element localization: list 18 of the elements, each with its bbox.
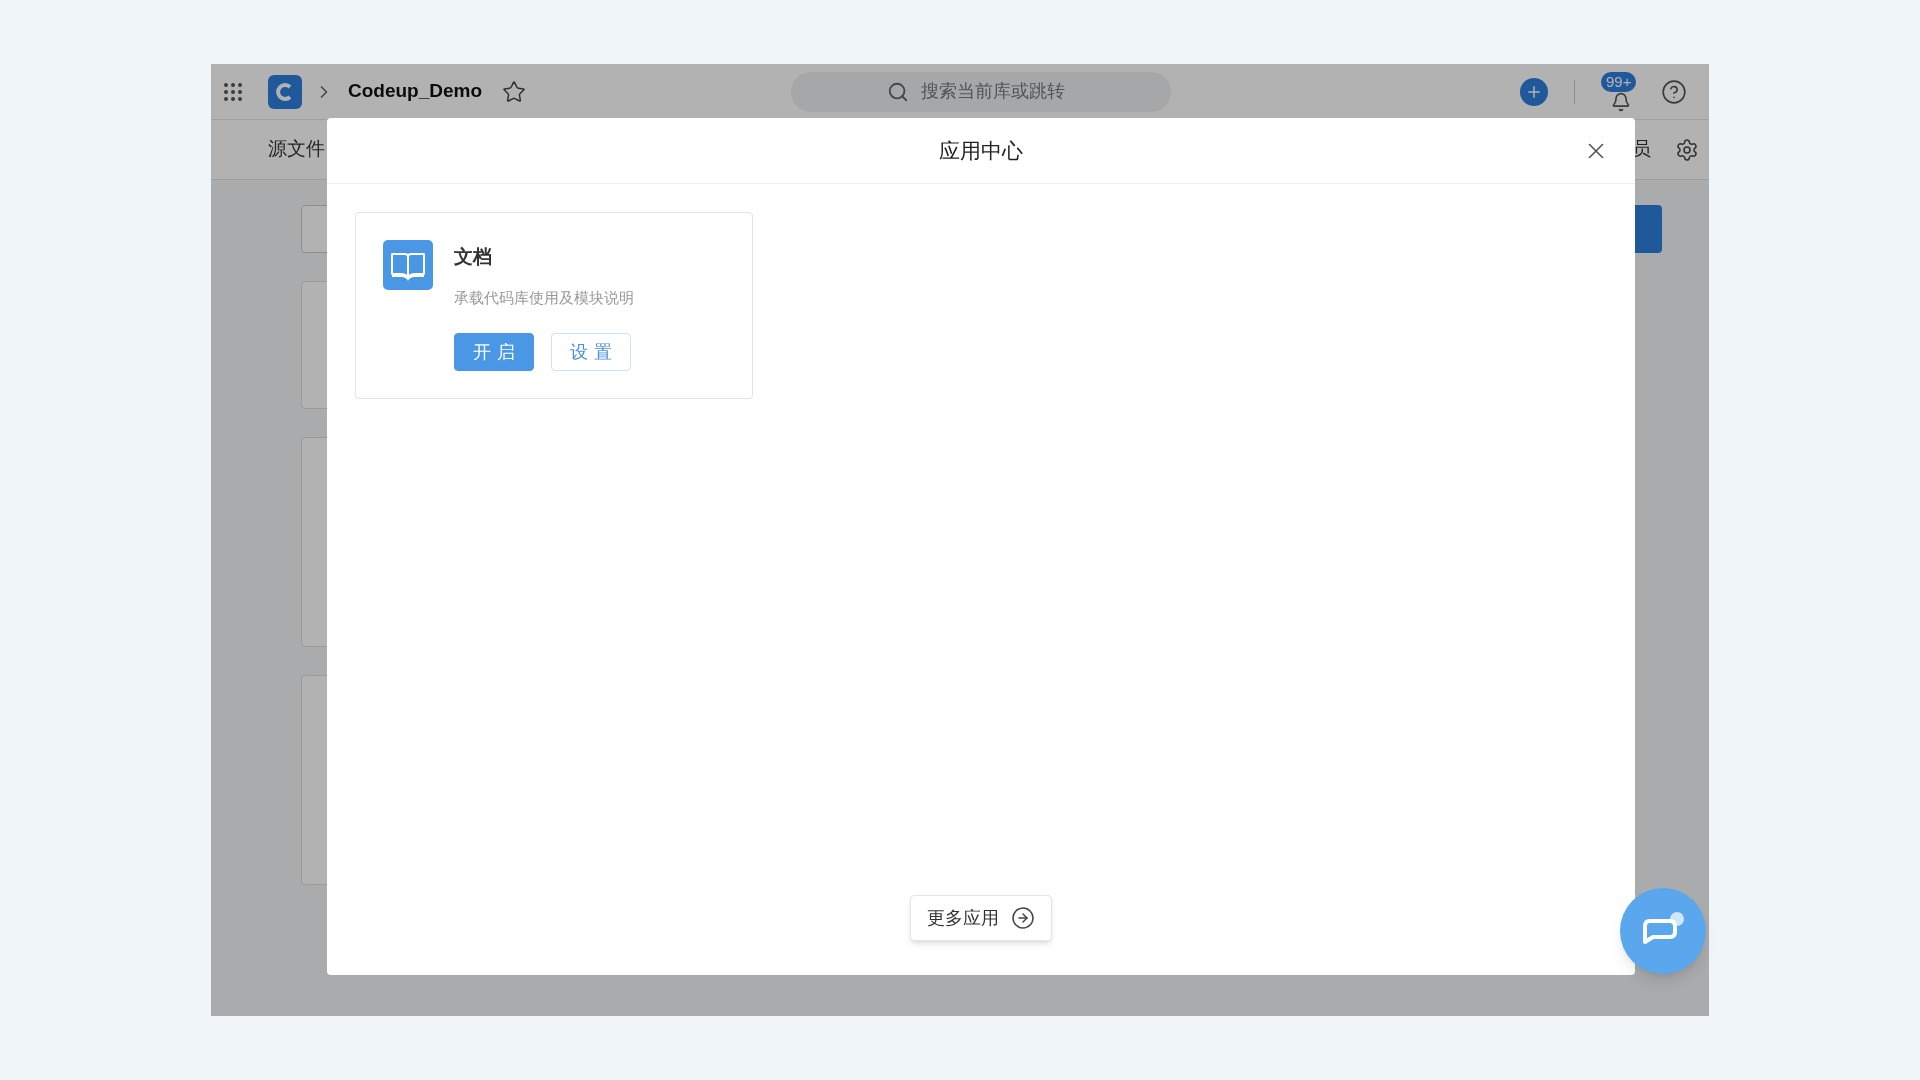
nav-tab[interactable]: 员 — [1632, 135, 1651, 164]
help-icon[interactable] — [1661, 78, 1687, 105]
logo-icon[interactable] — [268, 74, 302, 109]
modal-title: 应用中心 — [939, 137, 1023, 164]
arrow-right-icon — [1011, 906, 1035, 930]
app-description: 承载代码库使用及模块说明 — [454, 287, 634, 308]
book-icon — [383, 240, 433, 290]
more-apps-button[interactable]: 更多应用 — [910, 895, 1052, 941]
search-icon — [887, 80, 910, 103]
nav-tab[interactable]: 源文件 — [268, 135, 325, 164]
search-placeholder: 搜索当前库或跳转 — [921, 80, 1066, 103]
settings-icon[interactable] — [1675, 137, 1699, 162]
bell-icon[interactable] — [1611, 91, 1631, 112]
star-icon[interactable] — [502, 79, 527, 104]
add-button[interactable] — [1520, 77, 1548, 106]
app-title: 文档 — [454, 245, 493, 269]
notification-badge: 99+ — [1601, 71, 1637, 92]
repo-name[interactable]: Codeup_Demo — [348, 77, 483, 106]
